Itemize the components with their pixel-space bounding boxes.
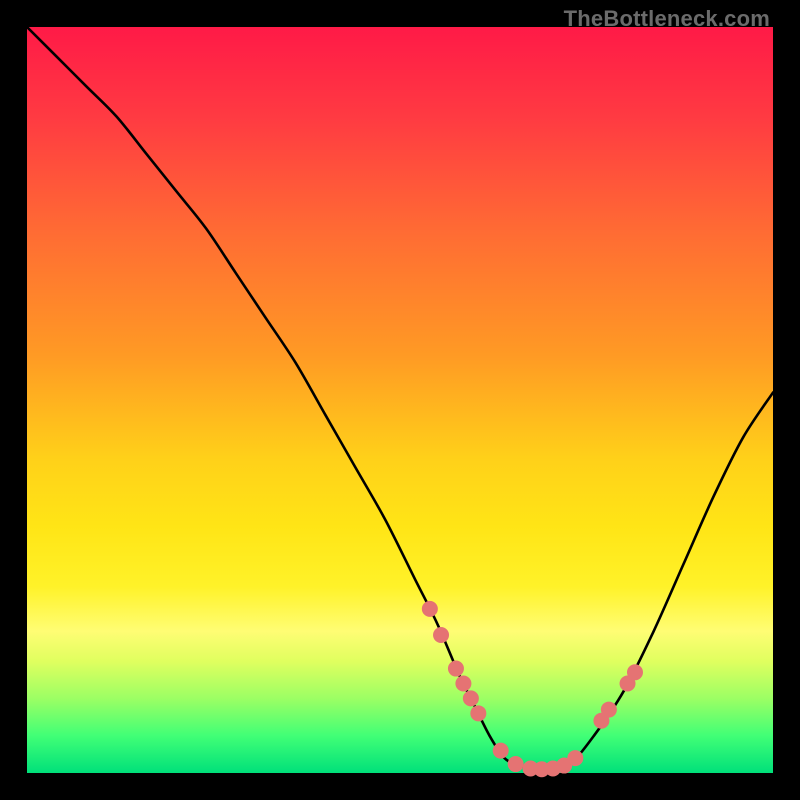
- attribution-text: TheBottleneck.com: [564, 6, 770, 32]
- highlight-point: [448, 661, 464, 677]
- bottleneck-curve: [27, 27, 773, 770]
- highlight-points: [422, 601, 643, 777]
- highlight-point: [463, 690, 479, 706]
- highlight-point: [455, 675, 471, 691]
- highlight-point: [493, 743, 509, 759]
- chart-frame: TheBottleneck.com: [0, 0, 800, 800]
- highlight-point: [627, 664, 643, 680]
- highlight-point: [601, 702, 617, 718]
- chart-svg: [27, 27, 773, 773]
- highlight-point: [433, 627, 449, 643]
- highlight-point: [567, 750, 583, 766]
- highlight-point: [422, 601, 438, 617]
- highlight-point: [470, 705, 486, 721]
- highlight-point: [508, 756, 524, 772]
